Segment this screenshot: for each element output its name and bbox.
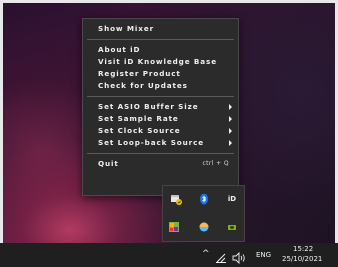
menu-item-label: Set Sample Rate bbox=[98, 114, 179, 123]
id-app-icon[interactable]: iD bbox=[226, 193, 238, 205]
security-icon[interactable] bbox=[170, 193, 182, 205]
clock-time[interactable]: 15:22 bbox=[293, 245, 313, 253]
language-indicator[interactable]: ENG bbox=[256, 251, 271, 259]
context-menu: Show Mixer About iD Visit iD Knowledge B… bbox=[82, 18, 239, 196]
submenu-arrow-icon bbox=[229, 116, 232, 122]
menu-item-label: Set Clock Source bbox=[98, 126, 181, 135]
volume-icon[interactable] bbox=[232, 249, 246, 267]
window-frame-top bbox=[0, 0, 338, 3]
submenu-arrow-icon bbox=[229, 140, 232, 146]
color-sphere-icon[interactable] bbox=[198, 221, 210, 233]
menu-item-check-updates[interactable]: Check for Updates bbox=[83, 80, 238, 92]
taskbar: ^ ENG 15:22 25/10/2021 bbox=[0, 243, 338, 267]
menu-item-loopback-source[interactable]: Set Loop-back Source bbox=[83, 137, 238, 149]
menu-item-clock-source[interactable]: Set Clock Source bbox=[83, 125, 238, 137]
tray-overflow-panel: iD bbox=[162, 185, 245, 242]
menu-item-show-mixer[interactable]: Show Mixer bbox=[83, 23, 238, 35]
menu-item-label: Set Loop-back Source bbox=[98, 138, 205, 147]
nvidia-icon[interactable] bbox=[226, 221, 238, 233]
menu-item-about[interactable]: About iD bbox=[83, 44, 238, 56]
menu-shortcut: ctrl + Q bbox=[202, 160, 229, 167]
network-icon[interactable] bbox=[216, 249, 226, 267]
menu-separator bbox=[87, 39, 234, 40]
menu-separator bbox=[87, 96, 234, 97]
menu-item-register-product[interactable]: Register Product bbox=[83, 68, 238, 80]
submenu-arrow-icon bbox=[229, 128, 232, 134]
menu-item-visit-knowledge-base[interactable]: Visit iD Knowledge Base bbox=[83, 56, 238, 68]
submenu-arrow-icon bbox=[229, 104, 232, 110]
menu-item-sample-rate[interactable]: Set Sample Rate bbox=[83, 113, 238, 125]
colorful-app-icon[interactable] bbox=[168, 221, 180, 233]
menu-item-label: Set ASIO Buffer Size bbox=[98, 102, 199, 111]
bluetooth-icon[interactable] bbox=[198, 193, 210, 205]
chevron-up-icon[interactable]: ^ bbox=[202, 249, 210, 259]
menu-item-quit[interactable]: Quit ctrl + Q bbox=[83, 158, 238, 170]
menu-item-label: Quit bbox=[98, 159, 119, 168]
menu-separator bbox=[87, 153, 234, 154]
menu-item-asio-buffer-size[interactable]: Set ASIO Buffer Size bbox=[83, 101, 238, 113]
window-frame-left bbox=[0, 0, 3, 267]
clock-date[interactable]: 25/10/2021 bbox=[282, 255, 322, 263]
